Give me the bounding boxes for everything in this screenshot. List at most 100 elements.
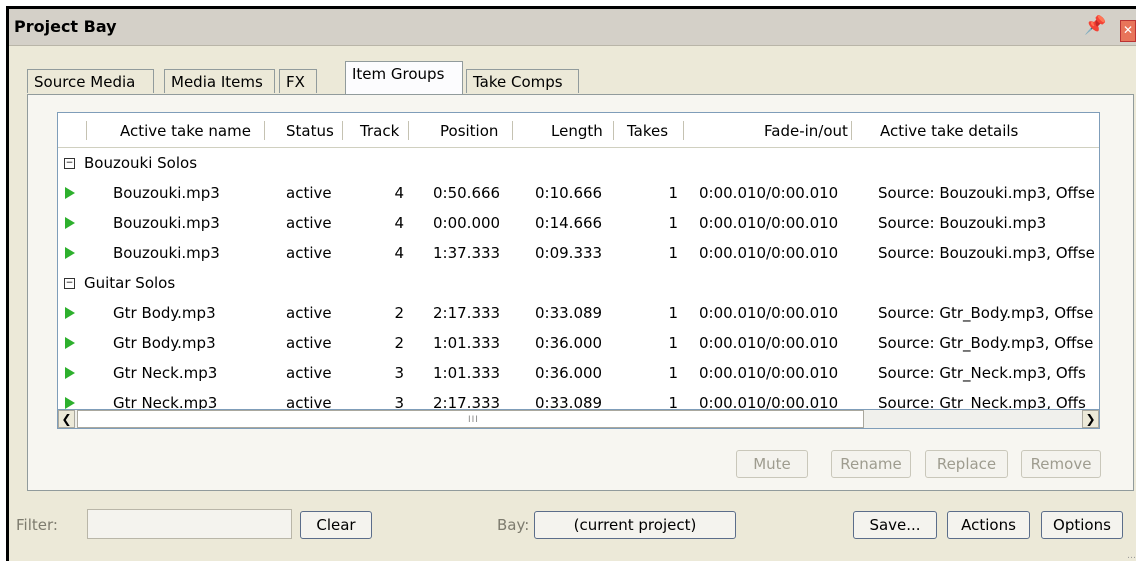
play-icon[interactable] — [65, 307, 75, 319]
position: 1:37.333 — [433, 244, 501, 262]
scroll-right-icon[interactable]: ❯ — [1082, 410, 1099, 428]
column-position[interactable]: Position — [440, 121, 498, 141]
list-header: Active take name Status Track Position L… — [58, 113, 1099, 148]
mute-button[interactable]: Mute — [736, 450, 808, 478]
column-status[interactable]: Status — [286, 121, 334, 141]
play-icon[interactable] — [65, 187, 75, 199]
rename-button[interactable]: Rename — [831, 450, 911, 478]
table-row[interactable]: Gtr Body.mp3 active 2 2:17.333 0:33.089 … — [58, 298, 1099, 328]
save-button[interactable]: Save... — [853, 511, 937, 539]
item-groups-list[interactable]: Active take name Status Track Position L… — [57, 112, 1100, 410]
table-row[interactable]: Gtr Neck.mp3 active 3 1:01.333 0:36.000 … — [58, 358, 1099, 388]
column-divider[interactable] — [683, 121, 684, 140]
take-name: Bouzouki.mp3 — [113, 244, 220, 262]
position: 1:01.333 — [433, 364, 501, 382]
status: active — [286, 364, 332, 382]
table-row[interactable]: Bouzouki.mp3 active 4 1:37.333 0:09.333 … — [58, 238, 1099, 268]
actions-button[interactable]: Actions — [947, 511, 1030, 539]
length: 0:36.000 — [535, 364, 603, 382]
collapse-icon[interactable]: − — [64, 158, 75, 169]
collapse-icon[interactable]: − — [64, 278, 75, 289]
status: active — [286, 334, 332, 352]
tab-label: Source Media — [34, 73, 136, 91]
take-details: Source: Bouzouki.mp3 — [878, 214, 1047, 232]
column-track[interactable]: Track — [360, 121, 399, 141]
tab-source-media[interactable]: Source Media — [27, 69, 154, 93]
close-icon[interactable]: ✕ — [1120, 20, 1136, 42]
column-divider[interactable] — [512, 121, 513, 140]
take-details: Source: Bouzouki.mp3, Offse — [878, 244, 1095, 262]
column-divider[interactable] — [264, 121, 265, 140]
take-name: Gtr Body.mp3 — [113, 304, 216, 322]
tab-item-groups[interactable]: Item Groups — [345, 61, 463, 94]
group-row-bouzouki-solos[interactable]: − Bouzouki Solos — [58, 148, 1099, 178]
status: active — [286, 214, 332, 232]
take-name: Gtr Neck.mp3 — [113, 394, 218, 410]
tab-take-comps[interactable]: Take Comps — [466, 69, 579, 93]
takes: 1 — [668, 334, 678, 352]
tab-label: Take Comps — [473, 73, 563, 91]
tab-media-items[interactable]: Media Items — [164, 69, 275, 93]
take-details: Source: Gtr_Neck.mp3, Offs — [878, 394, 1086, 410]
length: 0:09.333 — [535, 244, 603, 262]
track: 4 — [394, 244, 404, 262]
status: active — [286, 394, 332, 410]
column-divider[interactable] — [851, 121, 852, 140]
column-takes[interactable]: Takes — [627, 121, 668, 141]
filter-input[interactable] — [87, 509, 292, 539]
takes: 1 — [668, 394, 678, 410]
play-icon[interactable] — [65, 337, 75, 349]
position: 2:17.333 — [433, 394, 501, 410]
takes: 1 — [668, 244, 678, 262]
tab-fx[interactable]: FX — [279, 69, 317, 93]
clear-button[interactable]: Clear — [300, 511, 372, 539]
status: active — [286, 184, 332, 202]
table-row[interactable]: Gtr Neck.mp3 active 3 2:17.333 0:33.089 … — [58, 388, 1099, 410]
fade-in-out: 0:00.010/0:00.010 — [699, 334, 839, 352]
fade-in-out: 0:00.010/0:00.010 — [699, 184, 839, 202]
options-button[interactable]: Options — [1041, 511, 1123, 539]
play-icon[interactable] — [65, 247, 75, 259]
table-row[interactable]: Bouzouki.mp3 active 4 0:00.000 0:14.666 … — [58, 208, 1099, 238]
track: 4 — [394, 214, 404, 232]
tab-label: FX — [286, 73, 305, 91]
table-row[interactable]: Bouzouki.mp3 active 4 0:50.666 0:10.666 … — [58, 178, 1099, 208]
bay-selector[interactable]: (current project) — [534, 511, 736, 539]
group-row-guitar-solos[interactable]: − Guitar Solos — [58, 268, 1099, 298]
bay-label: Bay: — [497, 516, 530, 534]
group-name: Guitar Solos — [84, 274, 176, 292]
column-divider[interactable] — [613, 121, 614, 140]
position: 2:17.333 — [433, 304, 501, 322]
column-active-take-details[interactable]: Active take details — [880, 121, 1018, 141]
horizontal-scrollbar[interactable]: ❮ III ❯ — [57, 410, 1100, 429]
play-icon[interactable] — [65, 217, 75, 229]
track: 3 — [394, 364, 404, 382]
track: 3 — [394, 394, 404, 410]
table-row[interactable]: Gtr Body.mp3 active 2 1:01.333 0:36.000 … — [58, 328, 1099, 358]
takes: 1 — [668, 304, 678, 322]
column-divider[interactable] — [408, 121, 409, 140]
play-icon[interactable] — [65, 367, 75, 379]
scroll-left-icon[interactable]: ❮ — [58, 410, 75, 428]
take-details: Source: Bouzouki.mp3, Offse — [878, 184, 1095, 202]
column-active-take-name[interactable]: Active take name — [120, 121, 251, 141]
title-bar[interactable]: Project Bay 📌 ✕ — [9, 9, 1136, 46]
replace-button[interactable]: Replace — [925, 450, 1008, 478]
pin-icon[interactable]: 📌 — [1084, 15, 1106, 37]
play-icon[interactable] — [65, 397, 75, 409]
remove-button[interactable]: Remove — [1021, 450, 1101, 478]
fade-in-out: 0:00.010/0:00.010 — [699, 304, 839, 322]
fade-in-out: 0:00.010/0:00.010 — [699, 364, 839, 382]
scrollbar-thumb[interactable]: III — [77, 410, 864, 428]
column-divider[interactable] — [86, 121, 87, 140]
column-fade-in-out[interactable]: Fade-in/out — [764, 121, 848, 141]
length: 0:14.666 — [535, 214, 603, 232]
column-length[interactable]: Length — [551, 121, 603, 141]
track: 2 — [394, 334, 404, 352]
resize-grip-icon[interactable]: … — [1127, 551, 1136, 561]
column-divider[interactable] — [342, 121, 343, 140]
status: active — [286, 304, 332, 322]
take-name: Gtr Body.mp3 — [113, 334, 216, 352]
group-name: Bouzouki Solos — [84, 154, 198, 172]
take-details: Source: Gtr_Neck.mp3, Offs — [878, 364, 1086, 382]
